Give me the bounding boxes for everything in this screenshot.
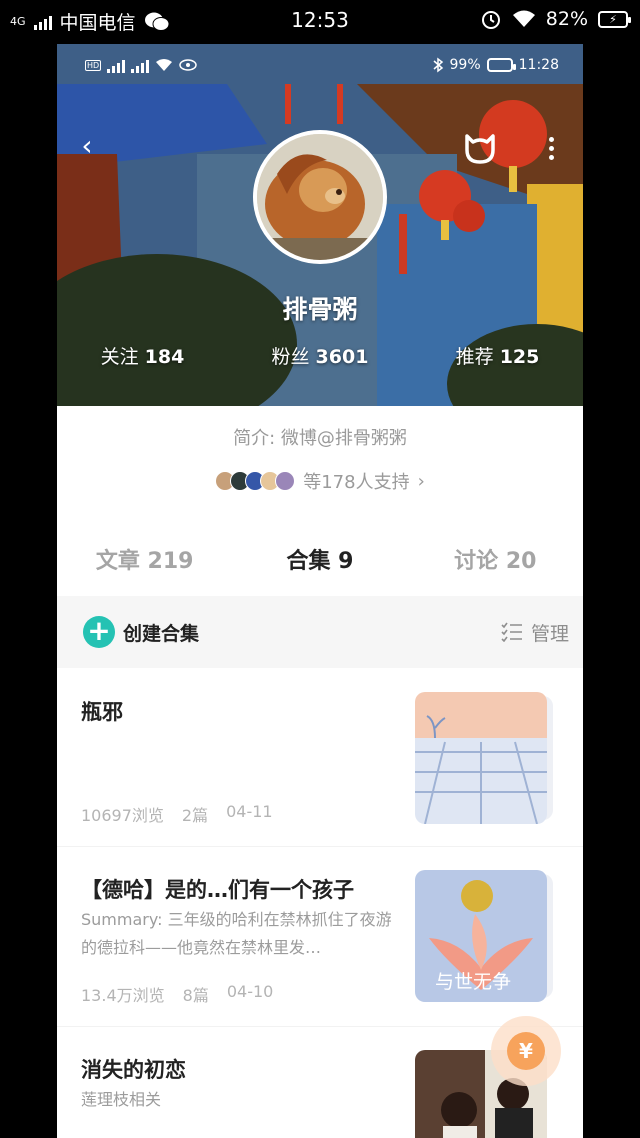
collection-summary: 莲理枝相关	[81, 1090, 162, 1109]
avatar[interactable]	[253, 130, 387, 264]
checklist-icon	[501, 622, 522, 642]
inner-signal-icon-2	[131, 57, 150, 73]
back-button[interactable]: ‹	[71, 130, 103, 162]
inner-status-bar: HD 99% 11:28	[85, 52, 559, 78]
profile-stats: 关注 184 粉丝 3601 推荐 125	[57, 342, 583, 369]
tab-collections[interactable]: 合集 9	[232, 542, 407, 582]
lion-avatar-image	[257, 134, 383, 260]
inner-clock: 11:28	[518, 57, 559, 73]
profile-tabs: 文章 219 合集 9 讨论 20	[57, 542, 583, 582]
collection-title: 消失的初恋	[81, 1058, 186, 1082]
collection-count: 2篇	[181, 806, 209, 825]
collection-action-bar: + 创建合集 管理	[57, 596, 583, 668]
hd-icon: HD	[85, 59, 102, 71]
collection-views: 10697浏览	[81, 806, 164, 825]
collection-meta: 13.4万浏览 8篇 04-10	[81, 982, 273, 1006]
collection-views: 13.4万浏览	[81, 986, 165, 1005]
wifi-icon	[512, 10, 535, 27]
collection-thumbnail	[415, 692, 547, 824]
collection-date: 04-11	[226, 802, 273, 821]
create-collection-button[interactable]: + 创建合集	[83, 616, 199, 648]
snow-field-image	[415, 692, 547, 824]
system-status-bar: 4G 中国电信 12:53 82% ⚡	[0, 0, 640, 44]
tab-discussions[interactable]: 讨论 20	[408, 542, 583, 582]
supporter-avatar	[275, 471, 296, 491]
username: 排骨粥	[282, 295, 358, 324]
reward-button[interactable]: ¥	[491, 1016, 561, 1086]
chevron-right-icon: ›	[417, 470, 425, 492]
collection-meta: 10697浏览 2篇 04-11	[81, 802, 273, 826]
following-stat[interactable]: 关注 184	[101, 342, 185, 369]
fans-stat[interactable]: 粉丝 3601	[272, 342, 369, 369]
supporters-count: 等178人支持	[303, 472, 410, 493]
battery-percent: 82%	[545, 8, 588, 30]
inner-battery-icon	[486, 58, 516, 72]
eye-icon	[179, 59, 197, 71]
recommend-label: 推荐	[455, 346, 494, 368]
inner-signal-icon	[107, 57, 126, 73]
collection-title: 瓶邪	[81, 700, 123, 724]
collection-count: 8篇	[182, 986, 209, 1005]
fans-label: 粉丝	[271, 346, 310, 368]
inner-wifi-icon	[156, 59, 173, 71]
collection-summary: Summary: 三年级的哈利在禁林抓住了夜游的德拉科——他竟然在禁林里发…	[81, 910, 392, 957]
battery-icon: ⚡	[598, 10, 631, 28]
supporters-row[interactable]: 等178人支持 ›	[57, 468, 583, 494]
bluetooth-icon	[433, 57, 443, 73]
create-collection-label: 创建合集	[123, 622, 200, 645]
collection-title: 【德哈】是的…们有一个孩子	[81, 878, 354, 902]
recommend-count: 125	[499, 346, 540, 368]
collection-item[interactable]: 瓶邪 10697浏览 2篇 04-11	[57, 668, 583, 844]
supporter-avatars	[215, 471, 296, 491]
cat-mascot-icon[interactable]	[461, 128, 499, 166]
profile-intro: 简介: 微博@排骨粥粥	[233, 428, 407, 449]
following-count: 184	[144, 346, 185, 368]
tab-articles[interactable]: 文章 219	[57, 542, 232, 582]
manage-label: 管理	[530, 622, 569, 645]
collection-date: 04-10	[226, 982, 274, 1001]
plus-icon: +	[83, 616, 115, 648]
fans-count: 3601	[315, 346, 369, 368]
recommend-stat[interactable]: 推荐 125	[456, 342, 540, 369]
collection-item[interactable]: 【德哈】是的…们有一个孩子 Summary: 三年级的哈利在禁林抓住了夜游的德拉…	[57, 848, 583, 1026]
divider	[57, 846, 583, 847]
following-label: 关注	[100, 346, 139, 368]
collection-thumbnail: 与世无争	[415, 870, 547, 1002]
manage-button[interactable]: 管理	[501, 619, 569, 646]
alarm-icon	[481, 11, 500, 29]
yuan-coin-icon: ¥	[507, 1032, 545, 1070]
inner-battery-percent: 99%	[449, 57, 481, 73]
app-screen: HD 99% 11:28 ‹ 排骨粥 关注 184 粉丝 3601 推荐 125…	[57, 44, 583, 1138]
thumbnail-caption: 与世无争	[435, 971, 512, 993]
more-options-button[interactable]	[539, 132, 563, 164]
profile-header: HD 99% 11:28 ‹ 排骨粥 关注 184 粉丝 3601 推荐 125	[57, 44, 583, 406]
